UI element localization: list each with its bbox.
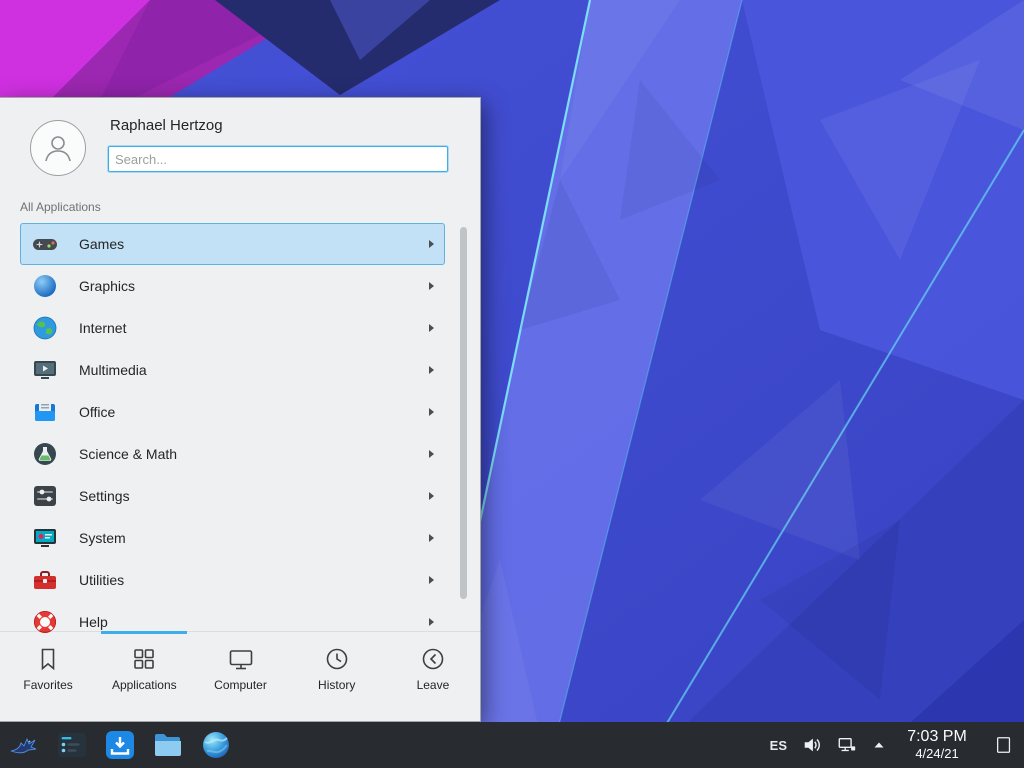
tab-label: History (318, 678, 355, 692)
scrollbar-thumb[interactable] (460, 227, 467, 599)
active-tab-indicator (101, 631, 187, 634)
tab-applications[interactable]: Applications (96, 632, 192, 721)
submenu-arrow-icon (429, 408, 434, 416)
user-icon (41, 131, 75, 165)
app-launcher-button[interactable] (6, 727, 42, 763)
category-label: System (79, 530, 429, 546)
submenu-arrow-icon (429, 576, 434, 584)
tab-leave[interactable]: Leave (385, 632, 481, 721)
show-desktop-button[interactable] (990, 725, 1018, 765)
volume-icon (802, 735, 822, 755)
graphics-orb-icon (32, 273, 58, 299)
system-icon (32, 525, 58, 551)
launcher-tabbar: Favorites Applications (0, 631, 481, 721)
category-internet[interactable]: Internet (20, 307, 445, 349)
category-help[interactable]: Help (20, 601, 445, 633)
kali-menu-icon (8, 729, 40, 761)
help-ring-icon (32, 609, 58, 633)
tweaks-terminal-icon (56, 729, 88, 761)
submenu-arrow-icon (429, 618, 434, 626)
volume-button[interactable] (802, 735, 822, 755)
tab-label: Favorites (23, 678, 72, 692)
taskbar-app-tweaks[interactable] (54, 727, 90, 763)
taskbar-app-file-manager[interactable] (150, 727, 186, 763)
category-system[interactable]: System (20, 517, 445, 559)
category-label: Settings (79, 488, 429, 504)
network-icon (837, 735, 857, 755)
gamepad-icon (32, 231, 58, 257)
leave-icon (419, 645, 447, 673)
tab-history[interactable]: History (289, 632, 385, 721)
submenu-arrow-icon (429, 534, 434, 542)
keyboard-layout-indicator[interactable]: ES (770, 738, 787, 753)
category-label: Internet (79, 320, 429, 336)
settings-icon (32, 483, 58, 509)
multimedia-icon (32, 357, 58, 383)
app-grid-icon (130, 645, 158, 673)
system-tray: ES 7:03 (770, 725, 1020, 765)
network-button[interactable] (837, 735, 857, 755)
web-browser-globe-icon (200, 729, 232, 761)
science-icon (32, 441, 58, 467)
tab-label: Computer (214, 678, 267, 692)
expand-tray-button[interactable] (872, 738, 886, 752)
section-label: All Applications (20, 200, 101, 214)
clock-time: 7:03 PM (901, 728, 973, 746)
clock-date: 4/24/21 (901, 747, 973, 762)
user-name: Raphael Hertzog (110, 117, 223, 134)
tab-label: Leave (417, 678, 450, 692)
submenu-arrow-icon (429, 240, 434, 248)
category-settings[interactable]: Settings (20, 475, 445, 517)
category-label: Utilities (79, 572, 429, 588)
scrollbar[interactable] (460, 227, 467, 629)
tab-favorites[interactable]: Favorites (0, 632, 96, 721)
taskbar: ES 7:03 (0, 722, 1024, 768)
toolbox-icon (32, 567, 58, 593)
category-office[interactable]: Office (20, 391, 445, 433)
submenu-arrow-icon (429, 282, 434, 290)
show-desktop-icon (994, 735, 1014, 755)
office-icon (32, 399, 58, 425)
submenu-arrow-icon (429, 492, 434, 500)
category-label: Multimedia (79, 362, 429, 378)
taskbar-app-web-browser[interactable] (198, 727, 234, 763)
submenu-arrow-icon (429, 366, 434, 374)
software-install-icon (104, 729, 136, 761)
category-label: Games (79, 236, 429, 252)
search-input[interactable] (108, 146, 448, 172)
category-multimedia[interactable]: Multimedia (20, 349, 445, 391)
category-graphics[interactable]: Graphics (20, 265, 445, 307)
category-utilities[interactable]: Utilities (20, 559, 445, 601)
digital-clock[interactable]: 7:03 PM 4/24/21 (901, 728, 973, 761)
category-label: Graphics (79, 278, 429, 294)
submenu-arrow-icon (429, 450, 434, 458)
category-list: Games Graphics (0, 223, 481, 633)
category-label: Science & Math (79, 446, 429, 462)
tab-computer[interactable]: Computer (192, 632, 288, 721)
computer-icon (227, 645, 255, 673)
bookmark-icon (34, 645, 62, 673)
category-science-math[interactable]: Science & Math (20, 433, 445, 475)
expand-tray-icon (872, 738, 886, 752)
taskbar-left (4, 727, 234, 763)
taskbar-app-software[interactable] (102, 727, 138, 763)
tab-label: Applications (112, 678, 177, 692)
application-launcher: Raphael Hertzog All Applications Games (0, 97, 481, 722)
file-manager-folder-icon (152, 729, 184, 761)
category-label: Help (79, 614, 429, 630)
submenu-arrow-icon (429, 324, 434, 332)
category-label: Office (79, 404, 429, 420)
category-games[interactable]: Games (20, 223, 445, 265)
history-clock-icon (323, 645, 351, 673)
user-avatar[interactable] (30, 120, 86, 176)
globe-icon (32, 315, 58, 341)
